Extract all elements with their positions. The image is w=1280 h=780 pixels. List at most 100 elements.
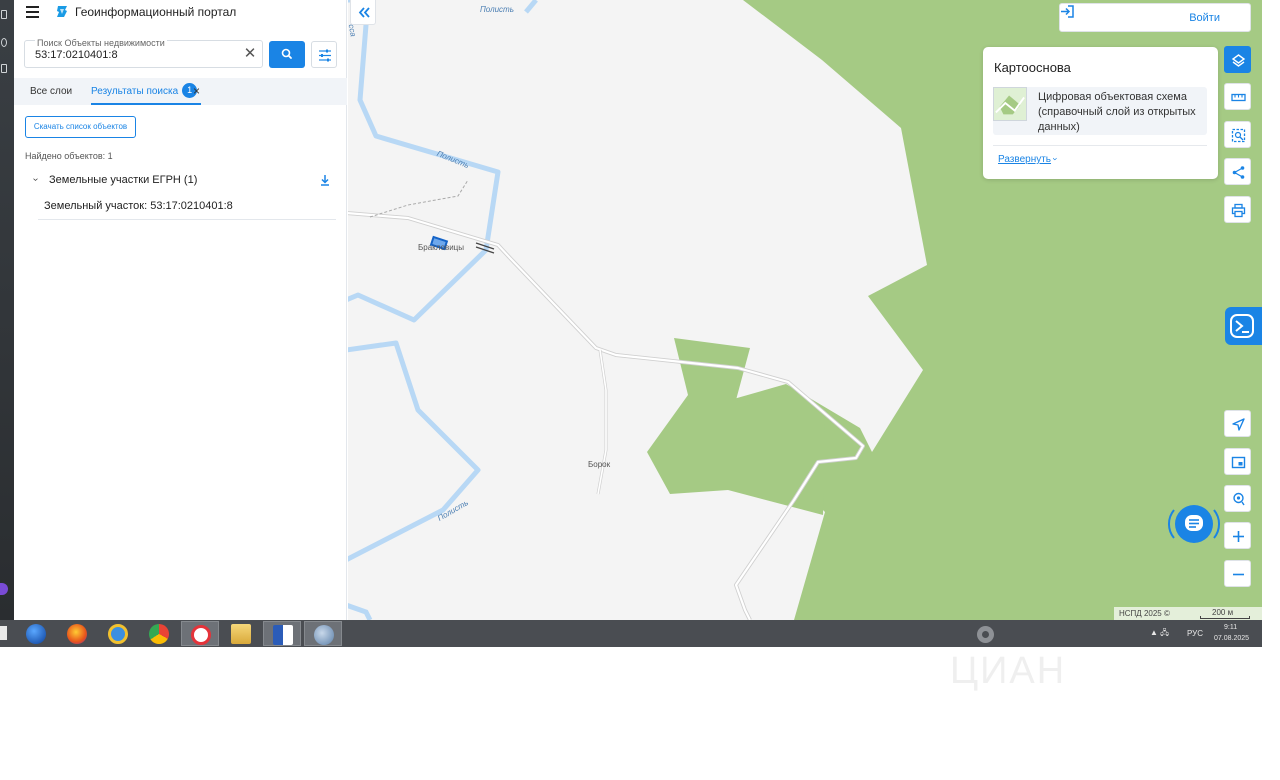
login-button[interactable]: Войти bbox=[1059, 3, 1251, 32]
basemap-option-name: Цифровая объектовая схема (справочный сл… bbox=[1038, 91, 1196, 133]
clear-search-icon[interactable]: ✕ bbox=[242, 46, 258, 62]
language-indicator[interactable]: РУС bbox=[1187, 629, 1203, 638]
filter-button[interactable] bbox=[311, 41, 337, 68]
share-tool-button[interactable] bbox=[1224, 158, 1251, 185]
expand-basemap-link[interactable]: Развернуть› bbox=[998, 154, 1061, 165]
list-item[interactable]: Земельный участок: 53:17:0210401:8 bbox=[38, 194, 336, 220]
desktop-app-dot[interactable] bbox=[0, 583, 8, 595]
desktop-strip bbox=[0, 0, 14, 620]
download-list-button[interactable]: Скачать список объектов bbox=[25, 116, 136, 138]
basemap-option[interactable]: Цифровая объектовая схема (справочный сл… bbox=[993, 87, 1207, 135]
minimap-icon bbox=[1231, 456, 1246, 469]
desktop-icon[interactable] bbox=[1, 64, 7, 73]
tab-all-layers[interactable]: Все слои bbox=[30, 78, 72, 105]
geolocation-tool-button[interactable] bbox=[1224, 485, 1251, 512]
clock-time[interactable]: 9:11 bbox=[1224, 624, 1237, 631]
filter-sliders-icon bbox=[319, 49, 331, 62]
globe-app-icon bbox=[26, 624, 46, 644]
forest-area bbox=[647, 338, 825, 515]
desktop-icon[interactable] bbox=[1, 10, 7, 19]
hamburger-menu-icon[interactable] bbox=[26, 6, 40, 18]
taskbar-app[interactable] bbox=[140, 621, 178, 646]
minus-icon bbox=[1233, 573, 1244, 576]
map-search-icon bbox=[1230, 314, 1254, 338]
taskbar-app-active[interactable] bbox=[263, 621, 301, 646]
paint-icon bbox=[314, 625, 334, 645]
os-taskbar: ▲ 🖧 РУС 9:11 07.08.2025 bbox=[0, 620, 1262, 647]
river bbox=[348, 0, 501, 323]
taskbar-app[interactable] bbox=[222, 621, 260, 646]
word-icon bbox=[273, 625, 293, 645]
yandex-browser-icon bbox=[191, 625, 211, 645]
collapse-panel-button[interactable] bbox=[350, 0, 376, 25]
side-panel-tab[interactable] bbox=[1225, 307, 1262, 345]
search-button[interactable] bbox=[269, 41, 305, 68]
minimap-tool-button[interactable] bbox=[1224, 448, 1251, 475]
zoom-in-button[interactable] bbox=[1224, 522, 1251, 549]
taskbar-app-active[interactable] bbox=[181, 621, 219, 646]
river bbox=[348, 340, 481, 562]
basemap-title: Картооснова bbox=[994, 60, 1071, 75]
watermark: ЦИАН bbox=[950, 650, 1067, 692]
print-tool-button[interactable] bbox=[1224, 196, 1251, 223]
village-label: Борок bbox=[588, 460, 611, 469]
layers-icon bbox=[1231, 54, 1246, 67]
divider bbox=[993, 145, 1207, 146]
village-label: Бракловицы bbox=[418, 243, 464, 252]
chat-button[interactable] bbox=[1166, 500, 1222, 548]
result-item-label: Земельный участок: 53:17:0210401:8 bbox=[44, 200, 233, 212]
tab-search-results-label: Результаты поиска bbox=[91, 86, 179, 97]
location-pin-icon bbox=[1233, 492, 1245, 506]
found-count: Найдено объектов: 1 bbox=[25, 151, 113, 161]
close-results-tab-icon[interactable]: × bbox=[193, 78, 200, 105]
taskbar-app-active[interactable] bbox=[304, 621, 342, 646]
portal-title: Геоинформационный портал bbox=[75, 5, 237, 19]
login-label: Войти bbox=[1189, 12, 1220, 24]
river-label: Полисть bbox=[480, 5, 514, 14]
zoom-out-button[interactable] bbox=[1224, 560, 1251, 587]
firefox-icon bbox=[67, 624, 87, 644]
select-area-tool-button[interactable] bbox=[1224, 121, 1251, 148]
internet-explorer-icon bbox=[108, 624, 128, 644]
select-area-icon bbox=[1231, 128, 1246, 143]
result-group-egrn[interactable]: › Земельные участки ЕГРН (1) bbox=[30, 173, 332, 189]
app-window: Геоинформационный портал Поиск Объекты н… bbox=[0, 0, 1280, 780]
search-input[interactable] bbox=[35, 48, 235, 62]
search-label: Поиск Объекты недвижимости bbox=[35, 38, 167, 48]
layers-tool-button[interactable] bbox=[1224, 46, 1251, 73]
map-view[interactable]: Полисть Полисть Полисть сса Бракловицы Б… bbox=[348, 0, 1262, 620]
chrome-icon bbox=[149, 624, 169, 644]
map-scale-bar: НСПД 2025 © 200 м bbox=[1114, 607, 1262, 620]
desktop-icon[interactable] bbox=[1, 38, 7, 47]
folder-icon bbox=[231, 624, 251, 644]
search-icon bbox=[281, 48, 292, 59]
taskbar-app[interactable] bbox=[58, 621, 96, 646]
chevron-down-icon[interactable]: › bbox=[30, 178, 41, 181]
taskbar-app[interactable] bbox=[17, 621, 55, 646]
portal-logo-icon bbox=[57, 6, 67, 17]
expand-basemap-label: Развернуть bbox=[998, 154, 1052, 165]
print-icon bbox=[1231, 203, 1246, 218]
taskbar-app[interactable] bbox=[99, 621, 137, 646]
scale-label: 200 м bbox=[1212, 608, 1234, 617]
path bbox=[369, 179, 469, 218]
location-pin-icon bbox=[977, 626, 994, 643]
login-icon bbox=[1061, 5, 1074, 18]
ruler-icon bbox=[1231, 93, 1246, 102]
start-button[interactable] bbox=[0, 626, 7, 640]
map-attribution: НСПД 2025 © bbox=[1119, 609, 1170, 618]
download-icon[interactable] bbox=[318, 173, 332, 187]
measure-tool-button[interactable] bbox=[1224, 83, 1251, 110]
navigation-arrow-icon bbox=[1232, 418, 1245, 431]
chevron-down-icon: › bbox=[1050, 157, 1061, 161]
search-field[interactable]: Поиск Объекты недвижимости ✕ bbox=[24, 38, 263, 68]
double-chevron-left-icon bbox=[358, 7, 370, 18]
chat-icon bbox=[1167, 505, 1221, 543]
basemap-card: Картооснова Цифровая объектовая схема (с… bbox=[983, 47, 1218, 179]
system-tray-icons[interactable]: ▲ 🖧 bbox=[1150, 627, 1169, 641]
tab-search-results[interactable]: Результаты поиска 1 bbox=[91, 78, 202, 105]
share-icon bbox=[1232, 166, 1245, 179]
river bbox=[524, 0, 538, 14]
clock-date[interactable]: 07.08.2025 bbox=[1214, 635, 1249, 642]
locate-tool-button[interactable] bbox=[1224, 410, 1251, 437]
